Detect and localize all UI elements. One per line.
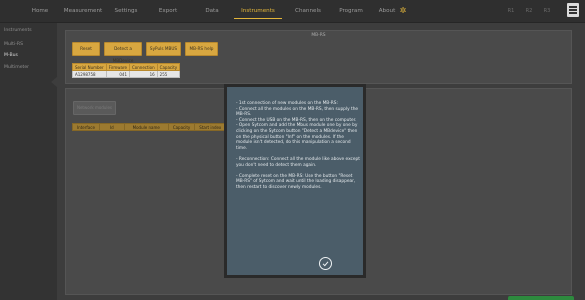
table-cell: 041 [105, 70, 131, 78]
sidebar-active-indicator [51, 76, 58, 88]
status-indicator [508, 296, 574, 300]
settings-gear-icon[interactable]: ✲ [396, 6, 410, 16]
dialog-paragraph: - Reconnection: Connect all the module l… [236, 156, 360, 168]
top-navigation-bar: Home Measurement Settings Export Data In… [0, 0, 585, 23]
table-header-row: Interface Id Module name Capacity Start … [72, 123, 227, 131]
nav-home[interactable]: Home [22, 0, 58, 22]
column-header: Id [98, 123, 125, 131]
channel-button-r2[interactable]: R2 [523, 6, 535, 16]
nav-program[interactable]: Program [332, 0, 370, 22]
menu-icon[interactable] [567, 3, 579, 17]
table-row[interactable]: A1298758 041 16 255 [72, 70, 181, 78]
detect-mbdevice-button[interactable]: Detect a MBDevice [104, 42, 142, 63]
column-header: Firmware [105, 63, 131, 71]
nav-measurement[interactable]: Measurement [62, 0, 104, 22]
dialog-text: - 1st connection of new modules on the M… [236, 101, 360, 196]
reset-button[interactable]: Reset [72, 42, 100, 56]
network-modules-button[interactable]: Network modules [73, 101, 116, 115]
sidebar-item-instruments[interactable]: Instruments [4, 28, 32, 33]
nav-export[interactable]: Export [150, 0, 186, 22]
mb-rs-table: Serial Number Firmware Connection Capaci… [72, 63, 181, 78]
column-header: Connection [129, 63, 158, 71]
table-cell: A1298758 [72, 70, 107, 78]
panel-title: MB-RS [311, 33, 326, 38]
column-header: Start index [194, 123, 227, 131]
sidebar-item-multi-rs[interactable]: Multi-RS [4, 42, 23, 47]
check-circle-icon[interactable] [319, 257, 332, 270]
column-header: Capacity [167, 123, 196, 131]
nav-channels[interactable]: Channels [288, 0, 328, 22]
channel-button-r3[interactable]: R3 [541, 6, 553, 16]
table-header-row: Serial Number Firmware Connection Capaci… [72, 63, 181, 71]
help-dialog: - 1st connection of new modules on the M… [224, 84, 366, 278]
mb-rs-help-button[interactable]: MB-RS help [185, 42, 218, 56]
mb-rs-panel: MB-RS Reset Detect a MBDevice SyPuls MBU… [65, 30, 572, 84]
nav-data[interactable]: Data [196, 0, 228, 22]
table-cell: 255 [156, 70, 181, 78]
channel-button-r1[interactable]: R1 [505, 6, 517, 16]
dialog-paragraph: - Connect all the modules on the MB-RS, … [236, 106, 359, 118]
left-sidebar: Instruments Multi-RS M-Bus Multimeter [0, 23, 57, 300]
nav-instruments[interactable]: Instruments [234, 0, 282, 22]
table-cell: 16 [129, 70, 158, 78]
sidebar-item-m-bus[interactable]: M-Bus [4, 53, 18, 58]
dialog-paragraph: - Complete reset on the MB-RS: Use the b… [236, 173, 356, 190]
sypuls-mbus-button[interactable]: SyPuls MBUS [146, 42, 181, 56]
column-header: Interface [72, 123, 100, 131]
modules-table: Interface Id Module name Capacity Start … [72, 123, 227, 131]
column-header: Serial Number [72, 63, 107, 71]
column-header: Module name [123, 123, 169, 131]
nav-settings[interactable]: Settings [108, 0, 144, 22]
sidebar-item-multimeter[interactable]: Multimeter [4, 65, 29, 70]
column-header: Capacity [156, 63, 181, 71]
dialog-paragraph: - Open Sytcom and add the Mbus module on… [236, 123, 358, 151]
